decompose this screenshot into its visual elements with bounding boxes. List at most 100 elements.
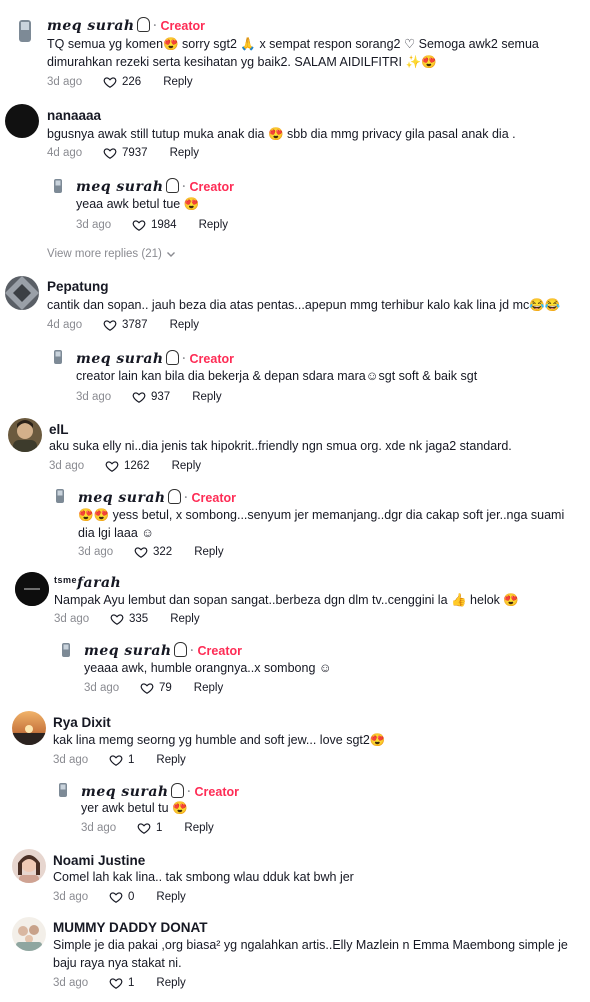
like-button[interactable]: 79 (140, 681, 172, 695)
like-button[interactable]: 1 (109, 976, 134, 990)
reply-button[interactable]: Reply (156, 977, 185, 989)
like-button[interactable]: 937 (132, 390, 170, 404)
view-more-replies-button[interactable]: View more replies (21) (47, 248, 176, 260)
reply-button[interactable]: Reply (184, 822, 213, 834)
reply-button[interactable]: Reply (156, 891, 185, 903)
comment-date: 3d ago (54, 613, 90, 625)
creator-badge: Creator (189, 180, 234, 194)
comment-text: bgusnya awak still tutup muka anak dia 😍… (47, 127, 516, 141)
heart-icon (134, 547, 148, 558)
username[interactable]: Rya Dixit (53, 715, 111, 730)
username[interactable]: meq surah · Creator (81, 783, 239, 800)
comment-meta: 4d ago 3787 Reply (47, 318, 199, 332)
avatar[interactable] (48, 347, 68, 367)
comment-meta: 3d ago 1984 Reply (76, 218, 228, 232)
like-count: 335 (129, 613, 149, 625)
reply-button[interactable]: Reply (156, 754, 185, 766)
username[interactable]: MUMMY DADDY DONAT (53, 920, 208, 935)
like-count: 79 (159, 682, 172, 694)
comment-date: 4d ago (47, 147, 83, 159)
like-button[interactable]: 7937 (103, 146, 148, 160)
avatar[interactable] (56, 640, 76, 660)
comment-date: 3d ago (53, 977, 89, 989)
comment-text: Comel lah kak lina.. tak smbong wlau ddu… (53, 870, 354, 884)
reply-button[interactable]: Reply (163, 76, 192, 88)
reply-button[interactable]: Reply (192, 391, 221, 403)
like-count: 0 (128, 891, 135, 903)
avatar[interactable] (5, 276, 39, 310)
like-count: 1984 (151, 219, 177, 231)
like-count: 937 (151, 391, 171, 403)
creator-badge: Creator (160, 19, 205, 33)
comment-text: yer awk betul tu 😍 (81, 801, 188, 815)
like-button[interactable]: 1 (137, 821, 162, 835)
avatar[interactable] (53, 780, 73, 800)
username[interactable]: meq surah · Creator (47, 17, 205, 34)
username[interactable]: elL (49, 422, 69, 437)
username[interactable]: Pepatung (47, 279, 109, 294)
reply-button[interactable]: Reply (199, 219, 228, 231)
comment-meta: 3d ago 1 Reply (53, 753, 186, 767)
avatar[interactable] (8, 418, 42, 452)
comment-text: Simple je dia pakai ,org biasa² yg ngala… (53, 938, 568, 970)
reply-button[interactable]: Reply (170, 613, 199, 625)
hijab-icon (170, 783, 184, 798)
reply-button[interactable]: Reply (172, 460, 201, 472)
avatar[interactable] (5, 104, 39, 138)
comment-date: 3d ago (53, 754, 89, 766)
reply-button[interactable]: Reply (170, 319, 199, 331)
username[interactable]: tsmefarah (54, 575, 121, 591)
like-count: 226 (122, 76, 142, 88)
username[interactable]: meq surah · Creator (84, 642, 242, 659)
reply-button[interactable]: Reply (194, 682, 223, 694)
comment-date: 3d ago (84, 682, 120, 694)
comment-meta: 3d ago 226 Reply (47, 75, 193, 89)
heart-icon (103, 320, 117, 331)
like-button[interactable]: 1 (109, 753, 134, 767)
heart-icon (103, 77, 117, 88)
username[interactable]: meq surah · Creator (78, 489, 236, 506)
reply-button[interactable]: Reply (194, 546, 223, 558)
like-button[interactable]: 335 (110, 612, 148, 626)
like-count: 1 (128, 977, 135, 989)
comment-date: 3d ago (47, 76, 83, 88)
comment-text: aku suka elly ni..dia jenis tak hipokrit… (49, 439, 512, 453)
heart-icon (140, 683, 154, 694)
heart-icon (109, 892, 123, 903)
avatar[interactable] (50, 486, 70, 506)
like-button[interactable]: 1984 (132, 218, 177, 232)
avatar[interactable] (12, 711, 46, 745)
username[interactable]: meq surah · Creator (76, 350, 234, 367)
hijab-icon (167, 489, 181, 504)
avatar[interactable] (8, 14, 42, 48)
heart-icon (105, 461, 119, 472)
avatar[interactable] (12, 917, 46, 951)
comment-text: yeaaa awk, humble orangnya..x sombong ☺ (84, 661, 332, 675)
comment-date: 3d ago (76, 219, 112, 231)
hijab-icon (165, 350, 179, 365)
comment-date: 3d ago (49, 460, 85, 472)
heart-icon (137, 823, 151, 834)
username[interactable]: Noami Justine (53, 853, 145, 868)
reply-button[interactable]: Reply (170, 147, 199, 159)
hijab-icon (136, 17, 150, 32)
like-button[interactable]: 0 (109, 890, 134, 904)
comment-text: creator lain kan bila dia bekerja & depa… (76, 369, 478, 383)
avatar[interactable] (48, 176, 68, 196)
like-button[interactable]: 226 (103, 75, 141, 89)
like-button[interactable]: 1262 (105, 459, 150, 473)
view-more-label: View more replies (21) (47, 248, 162, 260)
username[interactable]: nanaaaa (47, 108, 101, 123)
like-count: 3787 (122, 319, 148, 331)
like-button[interactable]: 322 (134, 545, 172, 559)
comment-text: yeaa awk betul tue 😍 (76, 197, 200, 211)
comment-text: Nampak Ayu lembut dan sopan sangat..berb… (54, 593, 519, 607)
comment-meta: 3d ago 1262 Reply (49, 459, 201, 473)
creator-badge: Creator (194, 785, 239, 799)
avatar[interactable] (12, 849, 46, 883)
avatar[interactable] (15, 572, 49, 606)
username[interactable]: meq surah · Creator (76, 178, 234, 195)
creator-badge: Creator (191, 491, 236, 505)
comment-date: 3d ago (81, 822, 117, 834)
like-button[interactable]: 3787 (103, 318, 148, 332)
